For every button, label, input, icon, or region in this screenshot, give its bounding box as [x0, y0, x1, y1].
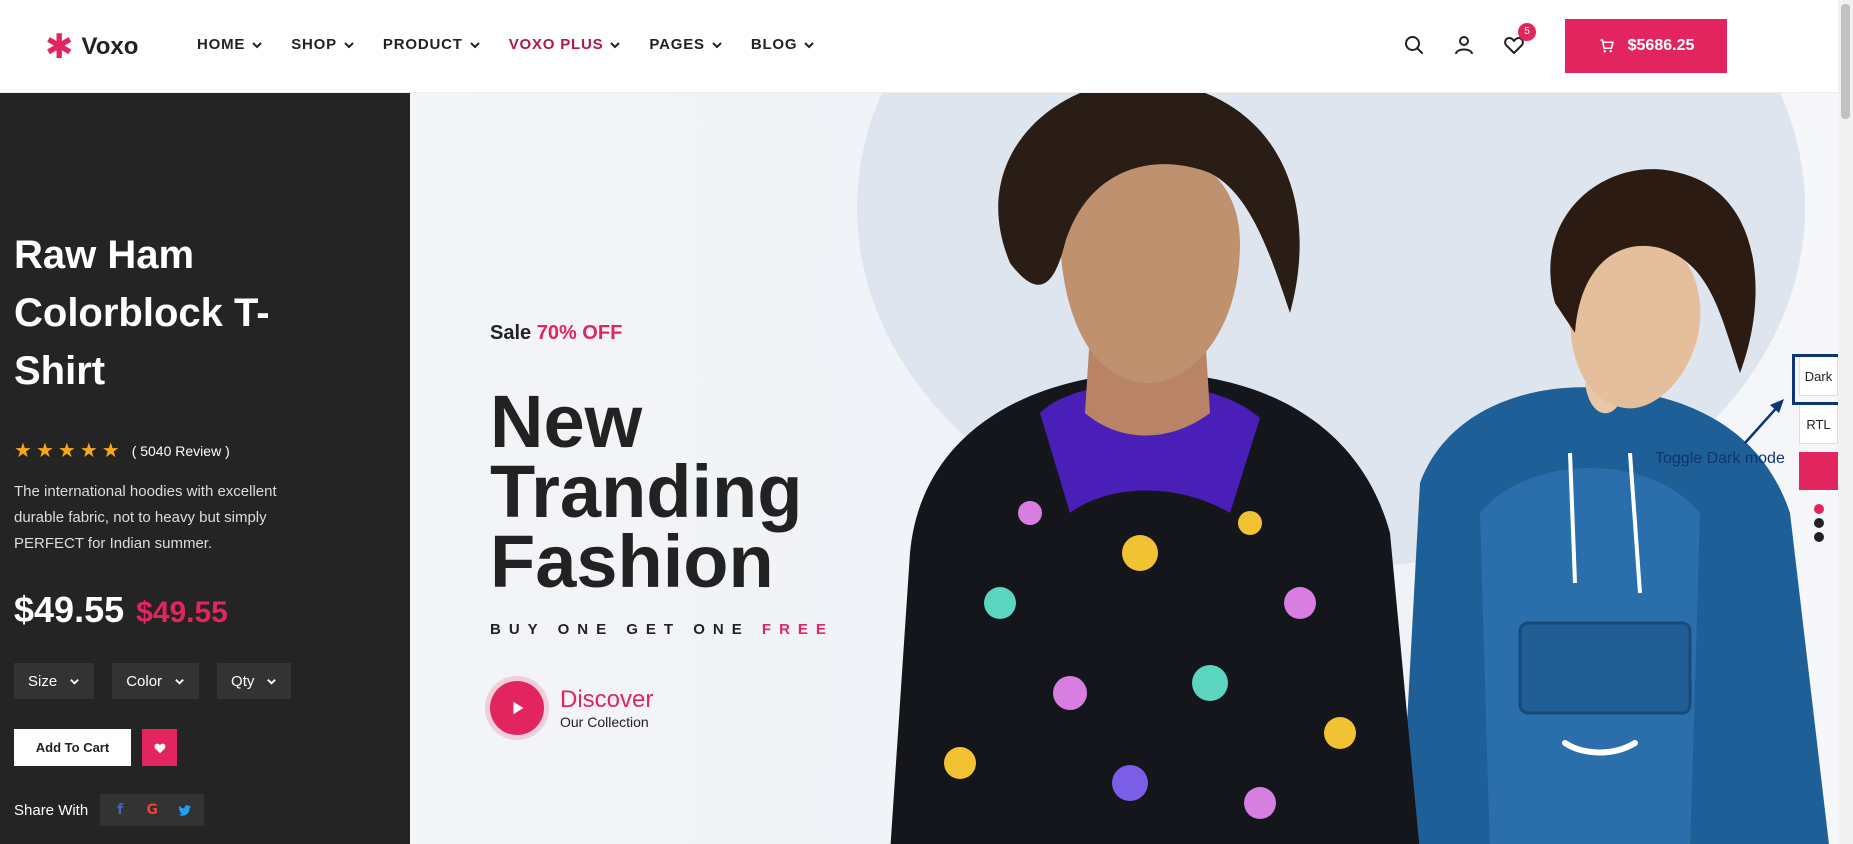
add-to-cart-button[interactable]: Add To Cart: [14, 729, 131, 766]
logo[interactable]: ✱ Voxo: [45, 30, 138, 64]
chevron-down-icon: [175, 678, 184, 685]
sale-price: $49.55: [136, 596, 228, 629]
bogo-tagline: BUY ONE GET ONE FREE: [490, 621, 834, 638]
asterisk-logo-icon: ✱: [45, 27, 74, 67]
cart-button[interactable]: $5686.25: [1565, 19, 1727, 73]
cart-icon: [1599, 39, 1614, 53]
star-icon: ★: [14, 440, 32, 462]
share-section: Share With f G: [14, 794, 205, 826]
color-dot-pink[interactable]: [1814, 504, 1824, 514]
share-label: Share With: [14, 801, 89, 819]
nav-item-blog[interactable]: BLOG: [751, 36, 816, 53]
wishlist-count-badge: 5: [1518, 23, 1536, 41]
nav-item-voxo-plus[interactable]: VOXO PLUS: [509, 36, 622, 53]
social-links: f G: [100, 794, 205, 826]
color-select[interactable]: Color: [112, 663, 200, 699]
page-scrollbar[interactable]: [1838, 0, 1853, 844]
product-title: Raw Ham Colorblock T-Shirt: [14, 233, 270, 393]
hero-title: New Tranding Fashion: [490, 380, 803, 603]
product-description: The international hoodies with excellent…: [14, 483, 277, 552]
price: $49.55: [14, 589, 125, 630]
hero-banner: Sale 70% OFF New Tranding Fashion BUY ON…: [410, 93, 1838, 844]
site-header: ✱ Voxo HOME SHOP PRODUCT VOXO PLUS PAGES…: [0, 0, 1838, 93]
twitter-icon[interactable]: [170, 796, 198, 824]
chevron-down-icon: [804, 41, 815, 48]
nav-item-label: BLOG: [750, 36, 798, 53]
nav-item-label: HOME: [197, 36, 246, 53]
discover-title: Discover: [560, 686, 654, 713]
chevron-down-icon: [70, 678, 80, 685]
size-select[interactable]: Size: [14, 663, 95, 699]
nav-item-label: VOXO PLUS: [508, 36, 604, 53]
nav-item-home[interactable]: HOME: [197, 36, 263, 53]
play-button[interactable]: [490, 681, 544, 735]
product-prices: $49.55 $49.55: [14, 589, 228, 631]
bogo-free: FREE: [761, 621, 834, 638]
star-icon: ★: [101, 440, 120, 462]
product-options: Size Color Qty: [14, 663, 292, 699]
logo-text: Voxo: [81, 33, 139, 60]
model-black-hoodie-image: [890, 93, 1420, 844]
qty-select[interactable]: Qty: [217, 663, 292, 699]
theme-color-swatch[interactable]: [1799, 452, 1838, 490]
bogo-prefix: BUY ONE GET ONE: [490, 621, 750, 638]
rtl-toggle[interactable]: RTL: [1799, 404, 1838, 444]
discover-collection-link[interactable]: Discover Our Collection: [490, 681, 653, 735]
nav-item-label: SHOP: [291, 36, 337, 53]
toggle-dark-annotation: Toggle Dark mode: [1655, 450, 1785, 467]
sale-tagline: Sale 70% OFF: [490, 322, 622, 345]
star-icon: ★: [79, 440, 98, 462]
model-blue-jacket-image: [1400, 169, 1829, 844]
nav-item-product[interactable]: PRODUCT: [383, 36, 481, 53]
heart-icon: [154, 743, 165, 753]
search-icon[interactable]: [1402, 33, 1426, 57]
color-dot-black[interactable]: [1814, 532, 1824, 542]
chevron-down-icon: [344, 41, 354, 48]
chevron-down-icon: [267, 678, 277, 685]
header-icons: 5: [1402, 23, 1536, 57]
scrollbar-thumb[interactable]: [1841, 4, 1850, 119]
facebook-icon[interactable]: f: [106, 796, 134, 824]
add-to-wishlist-button[interactable]: [142, 729, 177, 766]
cart-total: $5686.25: [1627, 37, 1695, 54]
chevron-down-icon: [252, 41, 262, 48]
sale-prefix: Sale: [490, 322, 532, 344]
chevron-down-icon: [469, 41, 480, 48]
user-icon[interactable]: [1452, 33, 1476, 57]
color-select-label: Color: [126, 672, 163, 690]
review-count: ( 5040 Review ): [131, 443, 230, 459]
discover-subtitle: Our Collection: [560, 714, 649, 730]
nav-item-label: PRODUCT: [382, 36, 463, 53]
chevron-down-icon: [712, 41, 722, 48]
google-icon[interactable]: G: [138, 796, 166, 824]
heart-icon[interactable]: 5: [1502, 23, 1536, 57]
nav-item-label: PAGES: [649, 36, 705, 53]
size-select-label: Size: [28, 672, 58, 690]
star-icon: ★: [35, 440, 54, 462]
color-dot-black[interactable]: [1814, 518, 1824, 528]
sale-discount: 70% OFF: [536, 322, 623, 344]
main-nav: HOME SHOP PRODUCT VOXO PLUS PAGES BLOG: [197, 36, 843, 53]
color-dots: [1809, 504, 1829, 542]
chevron-down-icon: [610, 41, 621, 48]
product-rating: ★ ★ ★ ★ ★ ( 5040 Review ): [14, 441, 230, 461]
star-icon: ★: [57, 440, 76, 462]
arrow-icon: [1744, 399, 1784, 444]
nav-item-shop[interactable]: SHOP: [291, 36, 355, 53]
nav-item-pages[interactable]: PAGES: [649, 36, 722, 53]
play-icon: [513, 701, 524, 715]
qty-select-label: Qty: [231, 672, 255, 690]
product-panel: Raw Ham Colorblock T-Shirt ★ ★ ★ ★ ★ ( 5…: [0, 93, 410, 844]
